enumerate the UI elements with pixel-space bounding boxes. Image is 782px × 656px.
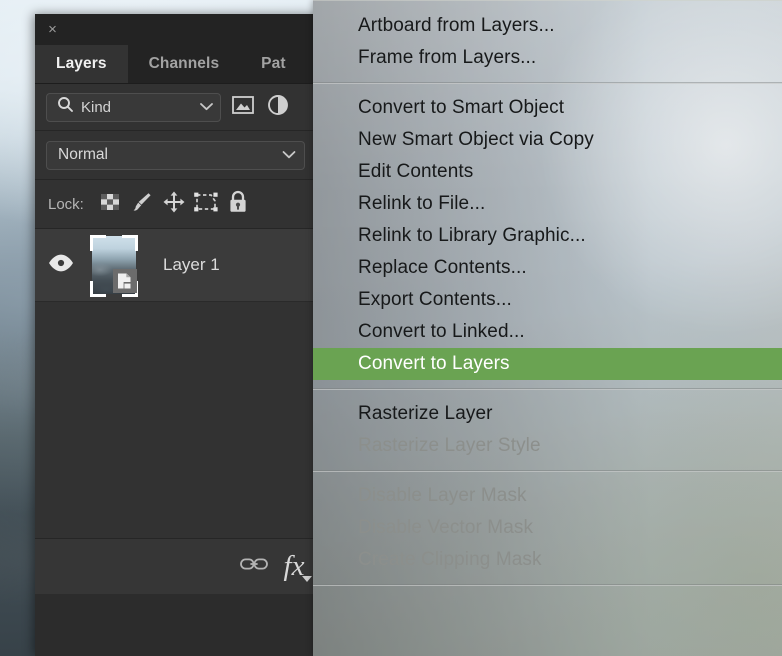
menu-item-artboard-from-layers[interactable]: Artboard from Layers... <box>313 10 782 42</box>
menu-item-new-smart-object-via-copy[interactable]: New Smart Object via Copy <box>313 124 782 156</box>
menu-item-replace-contents[interactable]: Replace Contents... <box>313 252 782 284</box>
context-menu-items: Artboard from Layers... Frame from Layer… <box>313 1 782 586</box>
menu-item-convert-to-layers[interactable]: Convert to Layers <box>313 348 782 380</box>
tab-channels[interactable]: Channels <box>128 45 241 83</box>
menu-item-relink-to-file[interactable]: Relink to File... <box>313 188 782 220</box>
panel-body: Kind Normal Lock: Layer 1 fx <box>35 84 320 594</box>
menu-separator <box>313 584 782 586</box>
adjustment-filter-icon <box>267 94 289 121</box>
panel-footer-toolbar: fx <box>35 538 320 594</box>
menu-item-disable-vector-mask: Disable Vector Mask <box>358 517 534 538</box>
menu-separator <box>313 82 782 84</box>
blend-mode-row: Normal <box>35 131 320 180</box>
lock-position-icon <box>162 190 186 219</box>
menu-item-create-clipping-mask: Create Clipping Mask <box>358 549 542 570</box>
search-icon <box>57 96 74 118</box>
smart-object-badge-icon <box>113 269 137 293</box>
filter-kind-label: Kind <box>81 98 112 116</box>
menu-item-export-contents[interactable]: Export Contents... <box>313 284 782 316</box>
layer-row[interactable]: Layer 1 <box>35 229 320 302</box>
lock-image-pixels-icon <box>130 190 154 219</box>
tab-channels-label: Channels <box>148 55 220 72</box>
panel-tab-bar: Layers Channels Pat <box>35 45 320 84</box>
menu-item-edit-contents[interactable]: Edit Contents <box>313 156 782 188</box>
filter-image-layers-button[interactable] <box>230 94 256 120</box>
lock-row-label: Lock: <box>48 195 84 213</box>
menu-item-disable-layer-mask: Disable Layer Mask <box>358 485 527 506</box>
link-layers-button[interactable] <box>234 547 274 587</box>
lock-row: Lock: <box>35 180 320 229</box>
layer-styles-button[interactable]: fx <box>274 547 314 587</box>
layer-context-menu: Artboard from Layers... Frame from Layer… <box>313 0 782 656</box>
image-filter-icon <box>232 95 254 119</box>
menu-separator <box>313 388 782 390</box>
lock-transparent-pixels-icon <box>99 191 121 218</box>
close-icon[interactable]: × <box>44 21 61 38</box>
layer-filter-row: Kind <box>35 84 320 131</box>
screen-root: × Layers Channels Pat Kind Normal Lock: … <box>0 0 782 656</box>
blend-mode-select[interactable]: Normal <box>46 140 305 170</box>
lock-all-button[interactable] <box>222 189 254 219</box>
menu-item-rasterize-layer[interactable]: Rasterize Layer <box>313 398 782 430</box>
filter-kind-select[interactable]: Kind <box>46 92 221 122</box>
layer-thumbnail[interactable] <box>87 234 141 297</box>
menu-item-convert-to-smart-object[interactable]: Convert to Smart Object <box>313 92 782 124</box>
lock-transparent-pixels-button[interactable] <box>94 189 126 219</box>
menu-item-rasterize-layer-style: Rasterize Layer Style <box>358 435 541 456</box>
tab-paths-label: Pat <box>261 55 286 72</box>
tab-layers[interactable]: Layers <box>35 45 128 83</box>
caret-down-icon <box>302 575 312 582</box>
chevron-down-icon <box>282 146 296 164</box>
layer-list-empty-area <box>35 302 320 538</box>
menu-item-frame-from-layers[interactable]: Frame from Layers... <box>313 42 782 74</box>
filter-adjustment-layers-button[interactable] <box>265 94 291 120</box>
menu-item-relink-to-library-graphic[interactable]: Relink to Library Graphic... <box>313 220 782 252</box>
tab-layers-label: Layers <box>56 55 107 72</box>
menu-separator <box>313 470 782 472</box>
chevron-down-icon <box>200 98 213 116</box>
layer-list: Layer 1 <box>35 229 320 302</box>
lock-artboard-nesting-button[interactable] <box>190 189 222 219</box>
layer-name-label: Layer 1 <box>163 255 220 274</box>
eye-icon <box>48 254 74 277</box>
layers-panel: × Layers Channels Pat Kind Normal Lock: … <box>35 14 320 656</box>
lock-image-pixels-button[interactable] <box>126 189 158 219</box>
lock-all-icon <box>227 190 249 219</box>
layer-visibility-toggle[interactable] <box>35 254 87 277</box>
link-layers-icon <box>239 555 269 578</box>
lock-artboard-nesting-icon <box>193 190 219 219</box>
tab-paths[interactable]: Pat <box>240 45 306 83</box>
panel-titlebar: × <box>35 14 320 45</box>
menu-item-convert-to-linked[interactable]: Convert to Linked... <box>313 316 782 348</box>
lock-position-button[interactable] <box>158 189 190 219</box>
blend-mode-value: Normal <box>58 146 108 163</box>
